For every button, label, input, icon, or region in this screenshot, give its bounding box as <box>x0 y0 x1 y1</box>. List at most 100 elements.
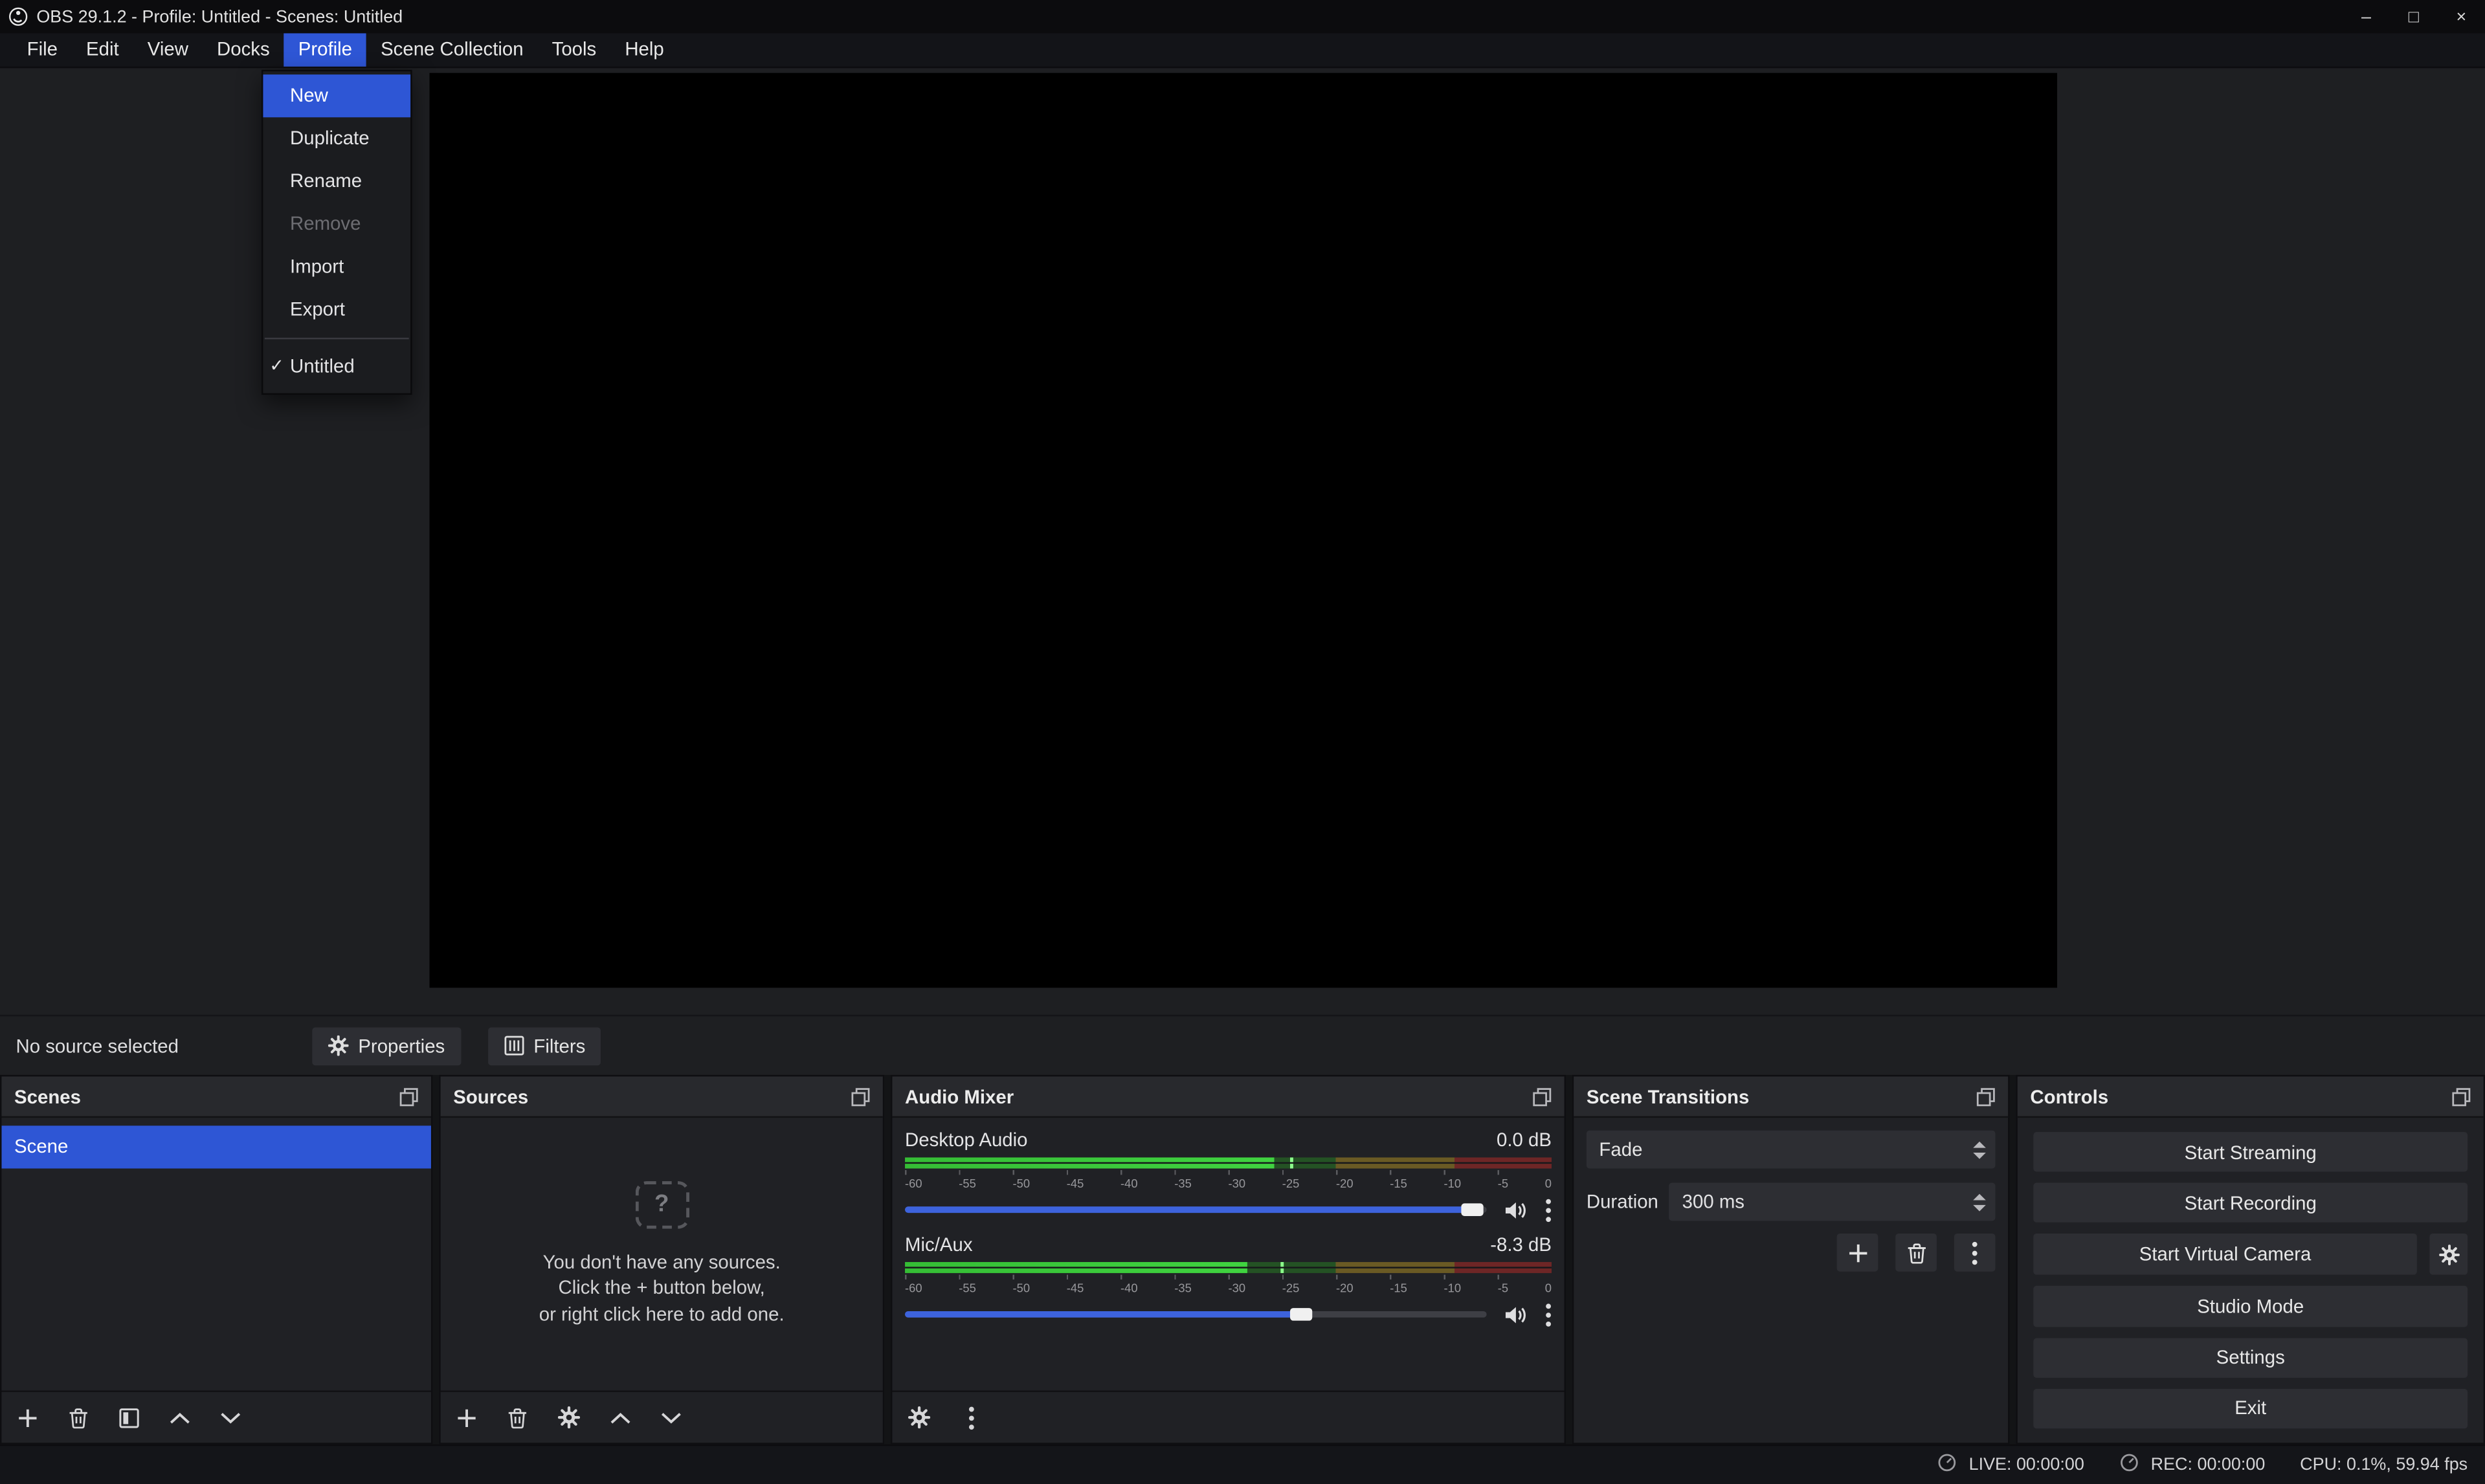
move-source-up-button[interactable] <box>610 1410 631 1424</box>
rec-status: REC: 00:00:00 <box>2119 1452 2266 1478</box>
remove-source-button[interactable] <box>507 1406 528 1428</box>
menu-file[interactable]: File <box>13 33 72 66</box>
meter-tick-labels: -60-55-50-45-40-35-30-25-20-15-10-50 <box>905 1281 1552 1295</box>
app-window: OBS 29.1.2 - Profile: Untitled - Scenes:… <box>0 0 2485 1484</box>
scenes-list: Scene <box>1 1118 431 1390</box>
remove-scene-button[interactable] <box>68 1406 89 1428</box>
audio-mixer-body: Desktop Audio 0.0 dB -60-55-50-45-40-35-… <box>892 1118 1564 1390</box>
volume-slider[interactable] <box>905 1301 1487 1327</box>
start-streaming-button[interactable]: Start Streaming <box>2033 1132 2468 1172</box>
channel-name: Desktop Audio <box>905 1129 1027 1151</box>
profile-menu-untitled[interactable]: ✓ Untitled <box>263 346 410 388</box>
speaker-icon[interactable] <box>1504 1199 1528 1220</box>
scene-list-item[interactable]: Scene <box>1 1125 431 1168</box>
profile-menu-import[interactable]: Import <box>263 246 410 289</box>
add-source-button[interactable] <box>456 1407 477 1428</box>
start-recording-button[interactable]: Start Recording <box>2033 1183 2468 1223</box>
meter-tick-labels: -60-55-50-45-40-35-30-25-20-15-10-50 <box>905 1177 1552 1191</box>
profile-menu-export[interactable]: Export <box>263 289 410 331</box>
docks: Scenes Scene Sources <box>0 1075 2485 1445</box>
spinbox-arrows-icon[interactable] <box>1973 1193 1986 1210</box>
maximize-button[interactable]: □ <box>2390 0 2437 33</box>
profile-menu-untitled-label: Untitled <box>290 355 355 377</box>
live-time-text: LIVE: 00:00:00 <box>1969 1456 2084 1474</box>
duration-label: Duration <box>1587 1191 1658 1213</box>
mixer-menu-dots-icon[interactable] <box>968 1406 975 1430</box>
studio-mode-button[interactable]: Studio Mode <box>2033 1287 2468 1327</box>
channel-db-value: -8.3 dB <box>1490 1234 1552 1256</box>
menu-edit[interactable]: Edit <box>72 33 133 66</box>
speaker-icon[interactable] <box>1504 1304 1528 1325</box>
menu-separator <box>265 338 409 339</box>
menu-docks[interactable]: Docks <box>203 33 284 66</box>
popout-icon[interactable] <box>851 1087 870 1105</box>
add-scene-button[interactable] <box>17 1407 38 1428</box>
exit-button[interactable]: Exit <box>2033 1389 2468 1429</box>
transition-select-value: Fade <box>1599 1138 1642 1160</box>
cpu-fps-text: CPU: 0.1%, 59.94 fps <box>2300 1456 2468 1474</box>
popout-icon[interactable] <box>2452 1087 2471 1105</box>
channel-db-value: 0.0 dB <box>1497 1129 1552 1151</box>
transition-menu-dots-icon[interactable] <box>1954 1234 1996 1272</box>
properties-button-label: Properties <box>358 1034 445 1056</box>
sources-panel-header: Sources <box>441 1076 883 1118</box>
settings-button[interactable]: Settings <box>2033 1338 2468 1378</box>
popout-icon[interactable] <box>1533 1087 1552 1105</box>
sources-empty-line1: You don't have any sources. <box>543 1249 781 1275</box>
sources-empty-line3: or right click here to add one. <box>539 1301 785 1327</box>
source-properties-button[interactable] <box>558 1406 580 1428</box>
statusbar: LIVE: 00:00:00 REC: 00:00:00 CPU: 0.1%, … <box>0 1445 2485 1484</box>
controls-panel-header: Controls <box>2018 1076 2484 1118</box>
filters-button[interactable]: Filters <box>487 1026 601 1065</box>
volume-slider-handle[interactable] <box>1289 1308 1311 1321</box>
move-source-down-button[interactable] <box>661 1410 682 1424</box>
scenes-toolbar <box>1 1390 431 1443</box>
duration-spinbox[interactable]: 300 ms <box>1669 1183 1995 1221</box>
volume-slider-handle[interactable] <box>1461 1203 1483 1216</box>
menu-help[interactable]: Help <box>610 33 678 66</box>
menu-view[interactable]: View <box>133 33 203 66</box>
virtual-camera-settings-button[interactable] <box>2429 1234 2468 1276</box>
profile-menu: New Duplicate Rename Remove Import Expor… <box>262 70 412 395</box>
cpu-fps-status: CPU: 0.1%, 59.94 fps <box>2300 1456 2468 1474</box>
source-toolbar: No source selected Properties Filters <box>0 1015 2485 1075</box>
checkmark-icon: ✓ <box>269 346 284 388</box>
move-scene-down-button[interactable] <box>220 1410 241 1424</box>
source-status-text: No source selected <box>16 1034 312 1056</box>
sources-empty-state: ? You don't have any sources. Click the … <box>441 1118 883 1390</box>
remove-transition-button[interactable] <box>1895 1234 1937 1272</box>
question-mark-icon: ? <box>635 1180 689 1228</box>
close-button[interactable]: × <box>2438 0 2485 33</box>
profile-menu-duplicate[interactable]: Duplicate <box>263 117 410 160</box>
meter-tick-marks <box>905 1170 1552 1175</box>
add-transition-button[interactable] <box>1837 1234 1878 1272</box>
mixer-channel-mic-aux: Mic/Aux -8.3 dB -60-55-50-45-40-35-30-25… <box>905 1234 1552 1327</box>
filters-icon <box>504 1035 524 1056</box>
duration-value: 300 ms <box>1682 1191 1744 1213</box>
mixer-channel-desktop-audio: Desktop Audio 0.0 dB -60-55-50-45-40-35-… <box>905 1129 1552 1223</box>
transition-select[interactable]: Fade <box>1587 1131 1996 1169</box>
start-virtual-camera-button[interactable]: Start Virtual Camera <box>2033 1234 2417 1276</box>
move-scene-up-button[interactable] <box>170 1410 190 1424</box>
properties-button[interactable]: Properties <box>312 1026 460 1065</box>
channel-menu-dots-icon[interactable] <box>1545 1303 1552 1327</box>
menu-tools[interactable]: Tools <box>538 33 611 66</box>
profile-menu-new[interactable]: New <box>263 74 410 117</box>
audio-level-meter <box>905 1262 1552 1273</box>
audio-mixer-toolbar <box>892 1390 1564 1443</box>
popout-icon[interactable] <box>399 1087 418 1105</box>
channel-menu-dots-icon[interactable] <box>1545 1198 1552 1222</box>
scene-filters-button[interactable] <box>119 1407 140 1428</box>
filters-button-label: Filters <box>533 1034 585 1056</box>
sources-list[interactable]: ? You don't have any sources. Click the … <box>441 1118 883 1390</box>
preview-canvas[interactable] <box>430 73 2058 988</box>
popout-icon[interactable] <box>1976 1087 1995 1105</box>
stream-gauge-icon <box>1937 1452 1958 1478</box>
transitions-panel-title: Scene Transitions <box>1587 1085 1749 1107</box>
advanced-audio-properties-button[interactable] <box>908 1406 930 1428</box>
volume-slider[interactable] <box>905 1197 1487 1223</box>
menu-profile[interactable]: Profile <box>284 33 366 66</box>
menu-scene-collection[interactable]: Scene Collection <box>366 33 538 66</box>
profile-menu-rename[interactable]: Rename <box>263 160 410 203</box>
minimize-button[interactable]: – <box>2343 0 2390 33</box>
